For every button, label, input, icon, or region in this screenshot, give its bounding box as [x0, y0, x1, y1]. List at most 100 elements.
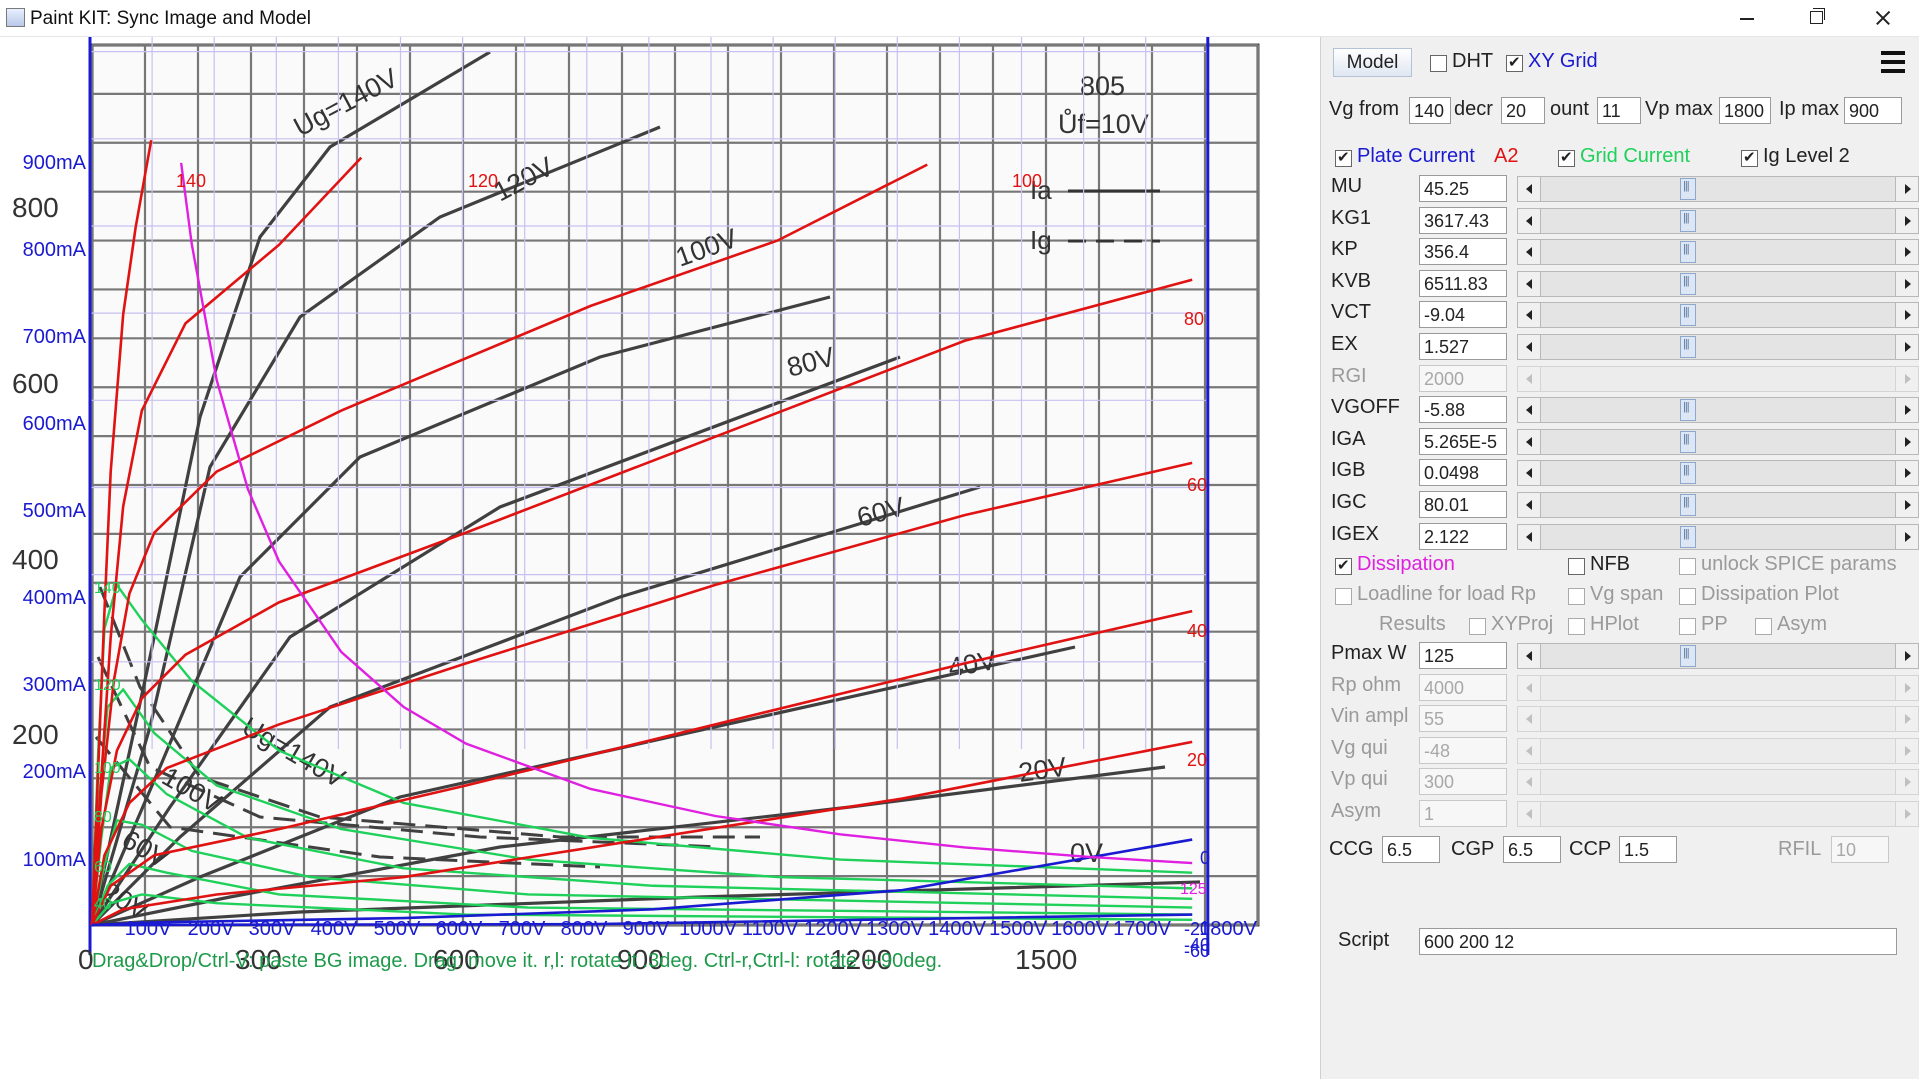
slider-track[interactable]: [1541, 334, 1895, 360]
slider-right-arrow-icon[interactable]: [1895, 801, 1919, 827]
slider-left-arrow-icon[interactable]: [1517, 523, 1541, 550]
slider-right-arrow-icon[interactable]: [1895, 523, 1919, 550]
xyproj-checkbox[interactable]: [1469, 618, 1486, 635]
slider-thumb[interactable]: [1680, 645, 1696, 667]
slider-thumb[interactable]: [1680, 272, 1696, 295]
slider-thumb[interactable]: [1680, 462, 1696, 485]
slider-track[interactable]: [1541, 674, 1895, 701]
param-input-igb[interactable]: 0.0498: [1419, 459, 1507, 487]
slider-left-arrow-icon[interactable]: [1517, 207, 1541, 234]
param-input-kg1[interactable]: 3617.43: [1419, 206, 1507, 234]
slider-left-arrow-icon[interactable]: [1517, 334, 1541, 360]
slider-left-arrow-icon[interactable]: [1517, 737, 1541, 764]
param-slider-igc[interactable]: [1517, 492, 1919, 518]
param-input-ex[interactable]: 1.527: [1419, 333, 1507, 360]
dissipation-plot-checkbox[interactable]: [1679, 588, 1696, 605]
param-input-vct[interactable]: -9.04: [1419, 301, 1507, 329]
slider-thumb[interactable]: [1680, 241, 1696, 264]
slider-left-arrow-icon[interactable]: [1517, 769, 1541, 796]
slider-left-arrow-icon[interactable]: [1517, 643, 1541, 669]
slider-right-arrow-icon[interactable]: [1895, 706, 1919, 733]
slider-left-arrow-icon[interactable]: [1517, 302, 1541, 329]
slider-track[interactable]: [1541, 239, 1895, 266]
slider-track[interactable]: [1541, 428, 1895, 455]
ccg-input[interactable]: 6.5: [1382, 836, 1440, 863]
param-input-kvb[interactable]: 6511.83: [1419, 269, 1507, 297]
plate-current-checkbox[interactable]: [1335, 148, 1352, 167]
slider-thumb[interactable]: [1680, 178, 1696, 200]
hplot-checkbox[interactable]: [1568, 618, 1585, 635]
param-slider-ex[interactable]: [1517, 334, 1919, 360]
slider-track[interactable]: [1541, 207, 1895, 234]
slider-left-arrow-icon[interactable]: [1517, 365, 1541, 392]
dht-checkbox[interactable]: [1430, 55, 1447, 72]
slider-track[interactable]: [1541, 492, 1895, 518]
slider-left-arrow-icon[interactable]: [1517, 801, 1541, 827]
slider-right-arrow-icon[interactable]: [1895, 207, 1919, 234]
nfb-checkbox[interactable]: [1568, 558, 1585, 575]
slider-right-arrow-icon[interactable]: [1895, 643, 1919, 669]
slider-right-arrow-icon[interactable]: [1895, 302, 1919, 329]
loadline-checkbox[interactable]: [1335, 588, 1352, 605]
slider-thumb[interactable]: [1680, 494, 1696, 516]
param-input-iga[interactable]: 5.265E-5: [1419, 427, 1507, 455]
slider-right-arrow-icon[interactable]: [1895, 674, 1919, 701]
slider-thumb[interactable]: [1680, 336, 1696, 358]
param-slider-igb[interactable]: [1517, 460, 1919, 487]
count-input[interactable]: 11: [1597, 97, 1641, 124]
slider-right-arrow-icon[interactable]: [1895, 460, 1919, 487]
slider-track[interactable]: [1541, 397, 1895, 424]
slider-track[interactable]: [1541, 706, 1895, 733]
param-slider-igex[interactable]: [1517, 523, 1919, 550]
param-input-igc[interactable]: 80.01: [1419, 491, 1507, 518]
cgp-input[interactable]: 6.5: [1503, 836, 1561, 863]
plate-curves-chart[interactable]: Ug=140V120V100V80V60V40V20V0VUg=140V100V…: [0, 37, 1320, 1079]
slider-right-arrow-icon[interactable]: [1895, 365, 1919, 392]
slider-right-arrow-icon[interactable]: [1895, 334, 1919, 360]
ig-level2-checkbox[interactable]: [1741, 148, 1758, 167]
ccp-input[interactable]: 1.5: [1619, 836, 1677, 863]
slider-thumb[interactable]: [1680, 525, 1696, 548]
close-button[interactable]: [1848, 0, 1918, 36]
asym-checkbox[interactable]: [1755, 618, 1772, 635]
xy-grid-checkbox[interactable]: [1506, 53, 1523, 72]
script-input[interactable]: 600 200 12: [1419, 928, 1897, 955]
model-button[interactable]: Model: [1333, 48, 1412, 77]
load-param-input[interactable]: 125: [1419, 642, 1507, 669]
param-slider-kg1[interactable]: [1517, 207, 1919, 234]
slider-right-arrow-icon[interactable]: [1895, 492, 1919, 518]
slider-track[interactable]: [1541, 769, 1895, 796]
slider-track[interactable]: [1541, 643, 1895, 669]
dissipation-checkbox[interactable]: [1335, 556, 1352, 575]
slider-right-arrow-icon[interactable]: [1895, 737, 1919, 764]
plot-canvas[interactable]: Ug=140V 120V 100V 80V 60V 40V 20V 0V Ug=140V 100V…: [0, 37, 1320, 1079]
vg-from-input[interactable]: 140: [1409, 97, 1451, 124]
param-slider-mu[interactable]: [1517, 176, 1919, 202]
slider-track[interactable]: [1541, 365, 1895, 392]
slider-left-arrow-icon[interactable]: [1517, 492, 1541, 518]
param-input-kp[interactable]: 356.4: [1419, 238, 1507, 266]
slider-track[interactable]: [1541, 737, 1895, 764]
param-input-mu[interactable]: 45.25: [1419, 175, 1507, 202]
decr-input[interactable]: 20: [1501, 97, 1545, 124]
slider-left-arrow-icon[interactable]: [1517, 706, 1541, 733]
slider-thumb[interactable]: [1680, 209, 1696, 232]
slider-right-arrow-icon[interactable]: [1895, 270, 1919, 297]
vg-span-checkbox[interactable]: [1568, 588, 1585, 605]
grid-current-checkbox[interactable]: [1558, 148, 1575, 167]
slider-right-arrow-icon[interactable]: [1895, 769, 1919, 796]
slider-left-arrow-icon[interactable]: [1517, 460, 1541, 487]
slider-left-arrow-icon[interactable]: [1517, 397, 1541, 424]
hamburger-menu-icon[interactable]: [1879, 48, 1907, 76]
param-slider-kvb[interactable]: [1517, 270, 1919, 297]
slider-thumb[interactable]: [1680, 304, 1696, 327]
param-slider-iga[interactable]: [1517, 428, 1919, 455]
slider-right-arrow-icon[interactable]: [1895, 428, 1919, 455]
slider-thumb[interactable]: [1680, 430, 1696, 453]
slider-right-arrow-icon[interactable]: [1895, 239, 1919, 266]
slider-track[interactable]: [1541, 523, 1895, 550]
load-param-slider[interactable]: [1517, 643, 1919, 669]
pp-checkbox[interactable]: [1679, 618, 1696, 635]
param-input-igex[interactable]: 2.122: [1419, 522, 1507, 550]
slider-left-arrow-icon[interactable]: [1517, 176, 1541, 202]
